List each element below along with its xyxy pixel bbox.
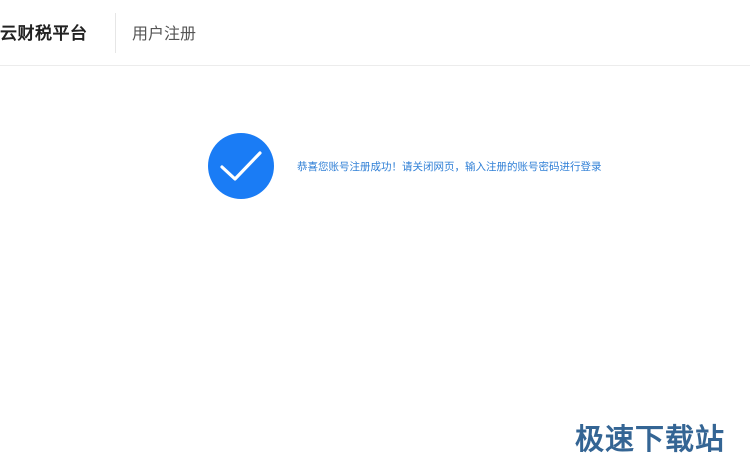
page-title: 用户注册 xyxy=(132,24,197,43)
check-circle-icon xyxy=(208,133,274,199)
header-divider xyxy=(115,13,116,53)
brand-logo-text[interactable]: 云财税平台 xyxy=(0,22,88,46)
site-watermark: 极速下载站 xyxy=(575,422,726,456)
registration-result-page: 云财税平台 用户注册 恭喜您账号注册成功！请关闭网页，输入注册的账号密码进行登录… xyxy=(0,0,750,469)
header-bar: 云财税平台 用户注册 xyxy=(0,0,750,66)
success-message: 恭喜您账号注册成功！请关闭网页，输入注册的账号密码进行登录 xyxy=(297,161,602,173)
checkmark-icon xyxy=(220,151,262,181)
